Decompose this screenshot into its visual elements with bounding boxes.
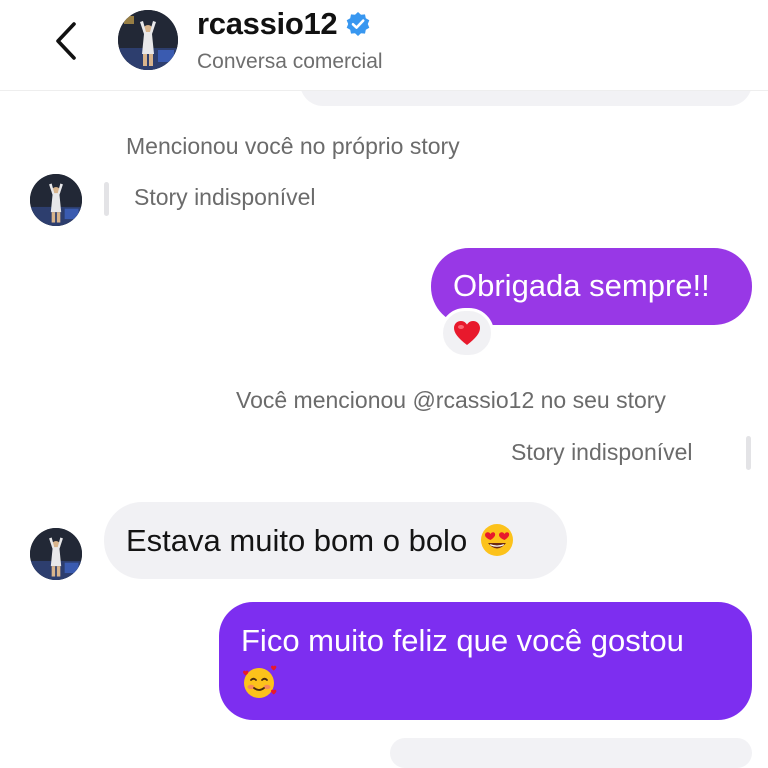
avatar[interactable] (30, 528, 82, 580)
chat-header: rcassio12 Conversa comercial (0, 0, 768, 91)
incoming-message[interactable]: Estava muito bom o bolo (104, 502, 567, 579)
message-text: Estava muito bom o bolo (126, 523, 468, 558)
avatar[interactable] (118, 10, 178, 70)
avatar[interactable] (30, 174, 82, 226)
message-text: Obrigada sempre!! (453, 268, 710, 303)
red-heart-icon (454, 321, 480, 345)
chevron-left-icon (56, 22, 76, 60)
mention-notice: Mencionou você no próprio story (126, 133, 460, 159)
username[interactable]: rcassio12 (197, 6, 338, 42)
mention-notice: Você mencionou @rcassio12 no seu story (236, 387, 666, 413)
heart-eyes-emoji-icon (480, 523, 513, 556)
profile-photo (118, 10, 178, 70)
story-reply-bar (104, 182, 109, 216)
next-message-bubble (390, 738, 752, 768)
outgoing-message[interactable]: Fico muito feliz que você gostou (219, 602, 752, 720)
story-unavailable-label[interactable]: Story indisponível (134, 184, 316, 211)
back-button[interactable] (44, 14, 88, 68)
story-reply-bar (746, 436, 751, 470)
verified-badge-icon (347, 12, 370, 36)
profile-photo (30, 174, 82, 226)
profile-photo (30, 528, 82, 580)
story-unavailable-label[interactable]: Story indisponível (511, 439, 693, 466)
conversation-type: Conversa comercial (197, 50, 383, 73)
message-reaction[interactable] (440, 308, 494, 358)
smiling-face-with-hearts-emoji-icon (243, 665, 277, 698)
message-text: Fico muito feliz que você gostou (241, 623, 684, 658)
